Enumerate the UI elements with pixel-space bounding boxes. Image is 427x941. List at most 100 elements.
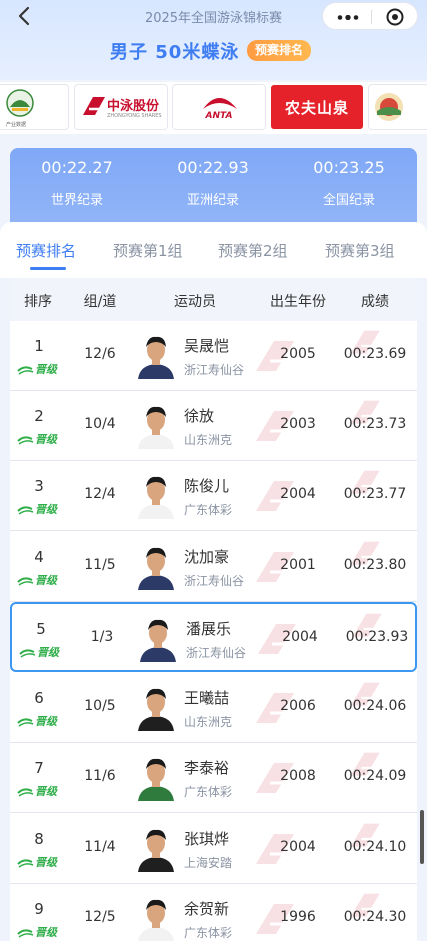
birth-year: 2004 bbox=[280, 839, 316, 855]
sponsor-logo-zhongyong[interactable]: 中泳股份 ZHONGYONG SHARES bbox=[75, 85, 167, 129]
athlete-team: 广东体彩 bbox=[184, 785, 233, 799]
heat-lane: 11/4 bbox=[84, 839, 116, 855]
sponsor-logo-1[interactable]: 产业数据 bbox=[0, 85, 68, 129]
result-time: 00:23.69 bbox=[343, 346, 407, 362]
zhongyong-sub: ZHONGYONG SHARES bbox=[107, 113, 162, 119]
qualified-badge: 晋级 bbox=[19, 646, 60, 659]
heat-lane: 11/6 bbox=[84, 768, 116, 784]
header-birth-year: 出生年份 bbox=[270, 294, 326, 310]
qualified-label: 晋级 bbox=[35, 433, 58, 446]
heat-lane: 12/6 bbox=[84, 346, 116, 362]
athlete-avatar[interactable] bbox=[134, 403, 178, 449]
table-row[interactable]: 8 晋级 11/4 张琪烨 上海安踏 2004 00:24.10 bbox=[10, 814, 417, 884]
header-athlete: 运动员 bbox=[174, 294, 216, 310]
zhongyong-name: 中泳股份 bbox=[107, 99, 160, 114]
birth-year: 2005 bbox=[280, 346, 316, 362]
athlete-team: 山东洲克 bbox=[184, 715, 233, 729]
athlete-avatar[interactable] bbox=[134, 544, 178, 590]
rank-number: 6 bbox=[34, 689, 44, 707]
table-row[interactable]: 2 晋级 10/4 徐放 山东洲克 2003 00:23.73 bbox=[10, 391, 417, 461]
close-mini-program-icon[interactable] bbox=[386, 8, 404, 26]
qualified-label: 晋级 bbox=[35, 503, 58, 516]
anta-name: ANTA bbox=[205, 111, 233, 121]
heat-lane: 12/5 bbox=[84, 909, 116, 925]
qualified-badge: 晋级 bbox=[17, 574, 58, 587]
tab-heat-1[interactable]: 预赛第1组 bbox=[113, 240, 183, 261]
sponsor-logo-5[interactable] bbox=[369, 85, 427, 129]
heat-lane: 11/5 bbox=[84, 557, 116, 573]
athlete-team: 上海安踏 bbox=[184, 856, 233, 870]
birth-year: 2006 bbox=[280, 698, 316, 714]
table-row[interactable]: 9 晋级 12/5 余贺新 广东体彩 1996 00:24.30 bbox=[10, 884, 417, 941]
athlete-name: 潘展乐 bbox=[186, 620, 232, 638]
qualified-badge: 晋级 bbox=[17, 926, 58, 939]
qualified-badge: 晋级 bbox=[17, 503, 58, 516]
sponsor-logo-anta[interactable]: ANTA bbox=[173, 85, 265, 129]
sponsor-strip: 产业数据 中泳股份 ZHONGYONG SHARES ANTA 农夫山泉 bbox=[0, 82, 427, 134]
result-time: 00:24.30 bbox=[343, 909, 407, 925]
result-time: 00:24.10 bbox=[343, 839, 407, 855]
athlete-avatar[interactable] bbox=[134, 755, 178, 801]
rank-number: 7 bbox=[34, 759, 44, 777]
athlete-name: 沈加豪 bbox=[184, 548, 230, 566]
result-time: 00:24.09 bbox=[343, 768, 407, 784]
athlete-avatar[interactable] bbox=[136, 616, 180, 662]
tab-bar: 预赛排名 预赛第1组 预赛第2组 预赛第3组 bbox=[0, 222, 427, 278]
heat-lane: 10/5 bbox=[84, 698, 116, 714]
athlete-team: 广东体彩 bbox=[184, 926, 233, 940]
table-row[interactable]: 6 晋级 10/5 王曦喆 山东洲克 2006 00:24.06 bbox=[10, 673, 417, 743]
record-national: 00:23.25 全国纪录 bbox=[289, 158, 409, 208]
athlete-name: 李泰裕 bbox=[184, 759, 230, 777]
result-time: 00:23.77 bbox=[343, 486, 407, 502]
sponsor-1-text: 产业数据 bbox=[6, 122, 27, 128]
qualified-label: 晋级 bbox=[35, 363, 58, 376]
table-row[interactable]: 7 晋级 11/6 李泰裕广东体彩 2008 00:24.09 bbox=[10, 743, 417, 813]
rank-number: 9 bbox=[34, 900, 44, 918]
record-world: 00:22.27 世界纪录 bbox=[17, 158, 137, 208]
athlete-avatar[interactable] bbox=[134, 826, 178, 872]
qualified-label: 晋级 bbox=[37, 646, 60, 659]
mini-program-capsule bbox=[322, 2, 418, 30]
tab-prelim-ranking[interactable]: 预赛排名 bbox=[16, 240, 76, 261]
athlete-avatar[interactable] bbox=[134, 896, 178, 941]
athlete-avatar[interactable] bbox=[134, 685, 178, 731]
record-label: 全国纪录 bbox=[322, 193, 375, 208]
ranking-badge: 预赛排名 bbox=[247, 40, 312, 61]
athlete-name: 陈俊儿 bbox=[184, 477, 230, 495]
results-list: 1 晋级 12/6 吴晟恺 浙江寿仙谷 2005 00:23.69 2 晋级 10/4 徐放 山东洲克… bbox=[10, 321, 417, 941]
header-rank: 排序 bbox=[24, 294, 52, 310]
birth-year: 2004 bbox=[280, 486, 316, 502]
qualified-label: 晋级 bbox=[35, 785, 58, 798]
athlete-name: 徐放 bbox=[184, 407, 215, 425]
table-row[interactable]: 3 晋级 12/4 陈俊儿 广东体彩 2004 00:23.77 bbox=[10, 461, 417, 531]
rank-number: 4 bbox=[34, 548, 44, 566]
active-tab-indicator bbox=[30, 267, 66, 270]
table-row[interactable]: 5 晋级 1/3 潘展乐 浙江寿仙谷 2004 00:23.93 bbox=[10, 602, 417, 672]
scrollbar[interactable] bbox=[420, 810, 424, 864]
sponsor-logo-nongfu[interactable]: 农夫山泉 bbox=[271, 85, 363, 129]
athlete-name: 王曦喆 bbox=[184, 689, 230, 707]
rank-number: 2 bbox=[34, 407, 44, 425]
birth-year: 2001 bbox=[280, 557, 316, 573]
athlete-avatar[interactable] bbox=[134, 333, 178, 379]
heat-lane: 1/3 bbox=[90, 629, 114, 645]
heat-lane: 12/4 bbox=[84, 486, 116, 502]
more-icon[interactable] bbox=[337, 15, 359, 20]
tab-heat-3[interactable]: 预赛第3组 bbox=[325, 240, 395, 261]
birth-year: 2008 bbox=[280, 768, 316, 784]
rank-number: 3 bbox=[34, 477, 44, 495]
qualified-label: 晋级 bbox=[35, 574, 58, 587]
table-row[interactable]: 4 晋级 11/5 沈加豪 浙江寿仙谷 2001 00:23.80 bbox=[10, 532, 417, 602]
heat-lane: 10/4 bbox=[84, 416, 116, 432]
athlete-avatar[interactable] bbox=[134, 473, 178, 519]
athlete-team: 浙江寿仙谷 bbox=[186, 646, 247, 660]
table-row[interactable]: 1 晋级 12/6 吴晟恺 浙江寿仙谷 2005 00:23.69 bbox=[10, 321, 417, 391]
record-time: 00:22.27 bbox=[41, 158, 113, 177]
tab-heat-2[interactable]: 预赛第2组 bbox=[218, 240, 288, 261]
header: 2025年全国游泳锦标赛 男子 50米蝶泳 预赛排名 bbox=[0, 0, 427, 80]
qualified-label: 晋级 bbox=[35, 926, 58, 939]
athlete-name: 张琪烨 bbox=[184, 830, 230, 848]
rank-number: 5 bbox=[36, 620, 46, 638]
capsule-divider bbox=[371, 10, 372, 24]
athlete-name: 吴晟恺 bbox=[184, 337, 230, 355]
